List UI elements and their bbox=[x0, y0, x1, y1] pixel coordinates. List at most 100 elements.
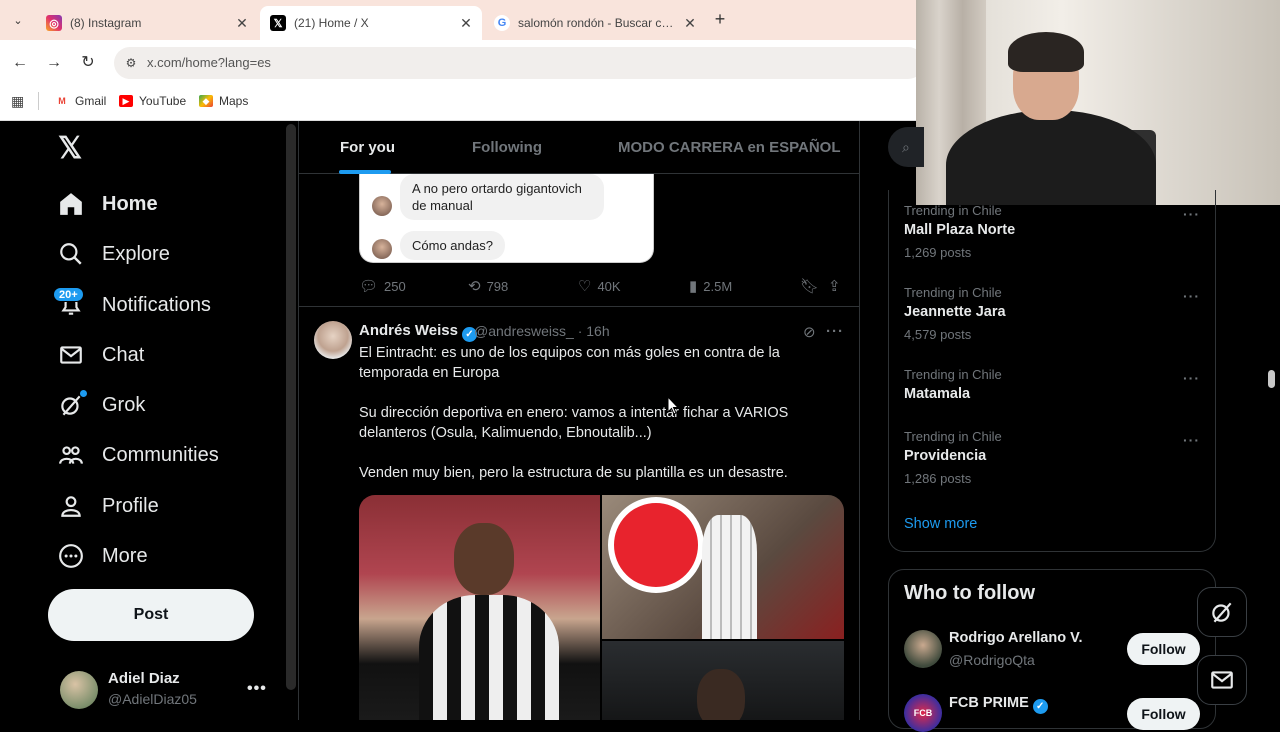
address-bar[interactable]: ⚙ x.com/home?lang=es bbox=[114, 47, 924, 79]
follow-button[interactable]: Follow bbox=[1127, 698, 1200, 730]
person-icon bbox=[56, 491, 86, 521]
sidebar-item-home[interactable]: Home bbox=[56, 184, 158, 224]
new-tab-icon[interactable]: + bbox=[710, 9, 730, 31]
follow-button[interactable]: Follow bbox=[1127, 633, 1200, 665]
post-media-photo-1[interactable] bbox=[359, 495, 600, 720]
site-info-icon[interactable]: ⚙ bbox=[122, 54, 140, 72]
tab-google-search[interactable]: G salomón rondón - Buscar con G ✕ bbox=[484, 6, 706, 40]
bookmark-label: YouTube bbox=[139, 94, 187, 108]
author-name[interactable]: Andrés Weiss ✓ bbox=[359, 322, 477, 342]
close-tab-icon[interactable]: ✕ bbox=[456, 15, 476, 32]
account-avatar[interactable] bbox=[60, 671, 98, 709]
photo-player-head bbox=[697, 669, 745, 720]
post-media-chat-screenshot[interactable]: A no pero ortardo gigantovich de manual … bbox=[359, 174, 654, 263]
share-button[interactable]: ⇪ bbox=[828, 278, 847, 295]
close-tab-icon[interactable]: ✕ bbox=[680, 15, 700, 32]
tab-x-home[interactable]: 𝕏 (21) Home / X ✕ bbox=[260, 6, 482, 40]
bookmark-youtube[interactable]: ▶ YouTube bbox=[119, 93, 186, 109]
post-media-photo-2[interactable] bbox=[602, 495, 844, 639]
back-icon[interactable]: ← bbox=[9, 52, 31, 74]
views-icon: ▮ bbox=[689, 278, 698, 295]
suggested-account-avatar[interactable] bbox=[904, 630, 942, 668]
sidebar-item-more[interactable]: More bbox=[56, 536, 148, 576]
views-button[interactable]: ▮ 2.5M bbox=[689, 278, 732, 295]
sidebar-item-chat[interactable]: Chat bbox=[56, 335, 144, 375]
repost-button[interactable]: ⟲ 798 bbox=[468, 278, 508, 295]
account-name: Adiel Diaz bbox=[108, 670, 180, 687]
search-icon[interactable]: ⌕ bbox=[888, 127, 924, 167]
trend-category: Trending in Chile bbox=[904, 367, 1002, 382]
post-text-2: Su dirección deportiva en enero: vamos a… bbox=[359, 405, 789, 441]
tab-title: (21) Home / X bbox=[294, 16, 369, 30]
trend-more-icon[interactable]: ··· bbox=[1183, 370, 1200, 386]
sidebar-item-label: Explore bbox=[102, 242, 170, 265]
bookmark-gmail[interactable]: M Gmail bbox=[55, 93, 106, 109]
tab-following[interactable]: Following bbox=[472, 139, 542, 156]
show-more-link[interactable]: Show more bbox=[904, 516, 977, 532]
suggested-account-name[interactable]: FCB PRIME ✓ bbox=[949, 695, 1048, 714]
suggested-account-name[interactable]: Rodrigo Arellano V. bbox=[949, 630, 1082, 646]
webcam-overlay bbox=[916, 0, 1280, 205]
trend-title[interactable]: Matamala bbox=[904, 386, 970, 402]
suggested-account-avatar[interactable]: FCB bbox=[904, 694, 942, 732]
trend-more-icon[interactable]: ··· bbox=[1183, 288, 1200, 304]
like-button[interactable]: ♡ 40K bbox=[578, 278, 621, 295]
webcam-person-hair bbox=[1008, 32, 1084, 72]
apps-icon[interactable]: ▦ bbox=[11, 93, 24, 109]
sidebar-item-label: Communities bbox=[102, 443, 219, 466]
author-avatar[interactable] bbox=[314, 321, 352, 359]
suggested-account-name-text: FCB PRIME bbox=[949, 695, 1029, 711]
trend-title[interactable]: Mall Plaza Norte bbox=[904, 222, 1015, 238]
tab-modo-carrera[interactable]: MODO CARRERA en ESPAÑOL bbox=[618, 139, 841, 156]
post-more-icon[interactable]: ··· bbox=[826, 323, 844, 340]
google-icon: G bbox=[494, 15, 510, 31]
post-media-photo-3[interactable] bbox=[602, 641, 844, 720]
trend-more-icon[interactable]: ··· bbox=[1183, 206, 1200, 222]
eintracht-crest-icon bbox=[608, 497, 704, 593]
grok-float-button[interactable] bbox=[1197, 587, 1247, 637]
sidebar-scrollbar[interactable] bbox=[286, 124, 296, 690]
post-text-1: El Eintracht: es uno de los equipos con … bbox=[359, 345, 780, 381]
tab-for-you[interactable]: For you bbox=[340, 139, 395, 156]
communities-icon bbox=[56, 440, 86, 470]
x-icon: 𝕏 bbox=[270, 15, 286, 31]
bookmark-label: Gmail bbox=[75, 94, 107, 108]
tab-search-button[interactable]: ⌄ bbox=[7, 9, 29, 31]
bookmark-maps[interactable]: ◆ Maps bbox=[199, 93, 248, 109]
photo-player-shirt bbox=[419, 595, 559, 720]
trend-more-icon[interactable]: ··· bbox=[1183, 432, 1200, 448]
author-handle[interactable]: @andresweiss_ bbox=[474, 323, 574, 339]
trend-title[interactable]: Providencia bbox=[904, 448, 986, 464]
sidebar-item-explore[interactable]: Explore bbox=[56, 234, 170, 274]
more-circle-icon bbox=[56, 541, 86, 571]
sidebar-item-label: Notifications bbox=[102, 293, 211, 316]
account-menu-icon[interactable]: ••• bbox=[247, 680, 267, 698]
bookmark-icon: 🔖︎ bbox=[800, 278, 820, 295]
forward-icon[interactable]: → bbox=[43, 52, 65, 74]
trend-title[interactable]: Jeannette Jara bbox=[904, 304, 1006, 320]
instagram-icon: ◎ bbox=[46, 15, 62, 31]
reply-count: 250 bbox=[384, 278, 406, 294]
page-scrollbar-thumb[interactable] bbox=[1268, 370, 1275, 388]
photo-player-shirt bbox=[702, 515, 757, 639]
post-button[interactable]: Post bbox=[48, 589, 254, 641]
sidebar-item-label: Profile bbox=[102, 494, 159, 517]
reply-button[interactable]: 💬︎ 250 bbox=[359, 278, 406, 295]
x-logo-icon[interactable]: 𝕏 bbox=[58, 134, 86, 164]
reply-icon: 💬︎ bbox=[359, 278, 379, 295]
reload-icon[interactable]: ↻ bbox=[77, 52, 99, 74]
grok-explain-icon[interactable]: ⊘ bbox=[803, 323, 816, 341]
sidebar-item-grok[interactable]: Grok bbox=[56, 385, 145, 425]
messages-float-button[interactable] bbox=[1197, 655, 1247, 705]
sidebar-item-communities[interactable]: Communities bbox=[56, 435, 219, 475]
tab-instagram[interactable]: ◎ (8) Instagram ✕ bbox=[36, 6, 258, 40]
close-tab-icon[interactable]: ✕ bbox=[232, 15, 252, 32]
suggested-account-handle: @RodrigoQta bbox=[949, 652, 1035, 668]
share-icon: ⇪ bbox=[828, 278, 841, 295]
post-time[interactable]: · 16h bbox=[578, 323, 610, 339]
grok-icon bbox=[1212, 602, 1232, 623]
sidebar-item-label: More bbox=[102, 544, 148, 567]
tab-title: (8) Instagram bbox=[70, 16, 142, 30]
bookmark-button[interactable]: 🔖︎ bbox=[800, 278, 825, 295]
sidebar-item-profile[interactable]: Profile bbox=[56, 486, 159, 526]
